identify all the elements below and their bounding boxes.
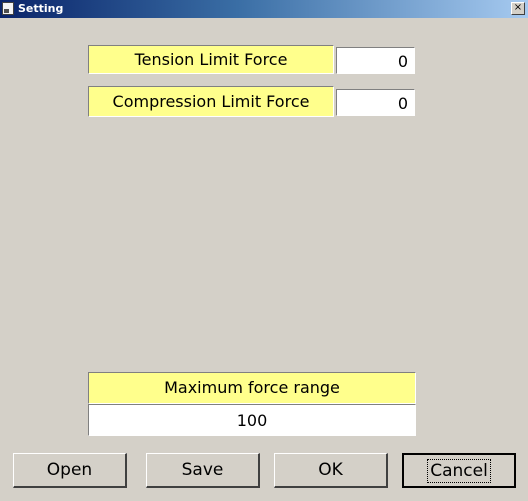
maximum-force-range-input[interactable]: 100: [88, 404, 416, 436]
compression-limit-force-label: Compression Limit Force: [88, 86, 334, 117]
open-button-label: Open: [46, 460, 93, 480]
cancel-button[interactable]: Cancel: [402, 453, 516, 488]
maximum-force-range-label: Maximum force range: [88, 372, 416, 404]
tension-limit-force-label: Tension Limit Force: [88, 45, 334, 74]
ok-button[interactable]: OK: [274, 453, 388, 488]
setting-dialog: Setting × Tension Limit Force 0 Compress…: [0, 0, 528, 501]
window-app-icon: [2, 2, 14, 15]
ok-button-label: OK: [318, 460, 343, 480]
save-button-label: Save: [181, 460, 224, 480]
cancel-button-label: Cancel: [427, 459, 491, 483]
compression-limit-force-input[interactable]: 0: [336, 89, 415, 116]
tension-limit-force-input[interactable]: 0: [336, 47, 415, 74]
save-button[interactable]: Save: [146, 453, 260, 488]
window-title: Setting: [18, 2, 64, 15]
title-bar[interactable]: Setting ×: [0, 0, 528, 18]
close-icon[interactable]: ×: [511, 2, 525, 15]
open-button[interactable]: Open: [13, 453, 127, 488]
